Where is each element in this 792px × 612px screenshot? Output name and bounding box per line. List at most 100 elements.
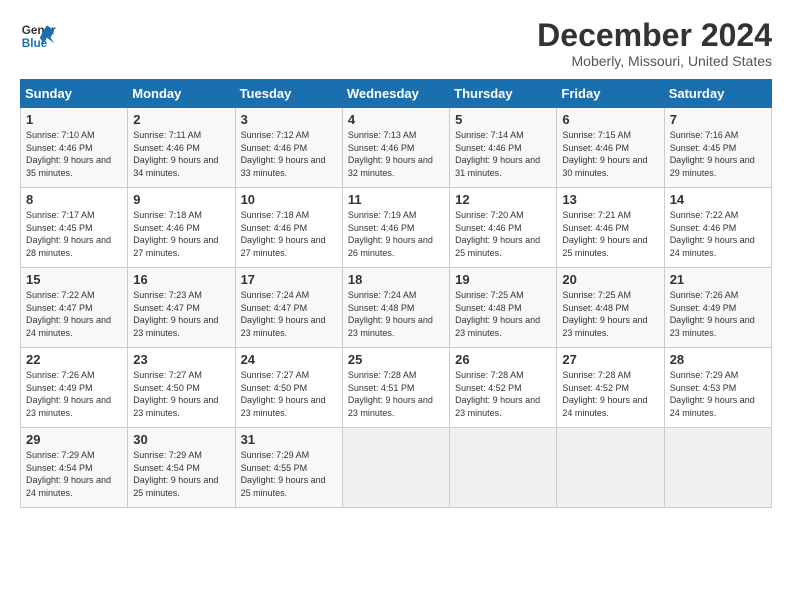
day-info: Sunrise: 7:26 AMSunset: 4:49 PMDaylight:… [26, 369, 122, 419]
day-number: 10 [241, 192, 337, 207]
table-row: 8Sunrise: 7:17 AMSunset: 4:45 PMDaylight… [21, 188, 128, 268]
day-info: Sunrise: 7:17 AMSunset: 4:45 PMDaylight:… [26, 209, 122, 259]
table-row: 1 Sunrise: 7:10 AMSunset: 4:46 PMDaylight… [21, 108, 128, 188]
day-number: 20 [562, 272, 658, 287]
day-info: Sunrise: 7:24 AMSunset: 4:48 PMDaylight:… [348, 289, 444, 339]
day-number: 22 [26, 352, 122, 367]
day-number: 13 [562, 192, 658, 207]
day-info: Sunrise: 7:25 AMSunset: 4:48 PMDaylight:… [562, 289, 658, 339]
table-row [450, 428, 557, 508]
table-row: 28 Sunrise: 7:29 AMSunset: 4:53 PMDayligh… [664, 348, 771, 428]
day-info: Sunrise: 7:24 AMSunset: 4:47 PMDaylight:… [241, 289, 337, 339]
table-row: 22 Sunrise: 7:26 AMSunset: 4:49 PMDayligh… [21, 348, 128, 428]
table-row: 2 Sunrise: 7:11 AMSunset: 4:46 PMDaylight… [128, 108, 235, 188]
day-info: Sunrise: 7:10 AMSunset: 4:46 PMDaylight:… [26, 129, 122, 179]
day-info: Sunrise: 7:25 AMSunset: 4:48 PMDaylight:… [455, 289, 551, 339]
header: General Blue December 2024 Moberly, Miss… [20, 18, 772, 69]
table-row: 25 Sunrise: 7:28 AMSunset: 4:51 PMDayligh… [342, 348, 449, 428]
day-number: 7 [670, 112, 766, 127]
page-container: General Blue December 2024 Moberly, Miss… [0, 0, 792, 520]
table-row: 17 Sunrise: 7:24 AMSunset: 4:47 PMDayligh… [235, 268, 342, 348]
day-info: Sunrise: 7:27 AMSunset: 4:50 PMDaylight:… [241, 369, 337, 419]
day-number: 12 [455, 192, 551, 207]
table-row: 30Sunrise: 7:29 AMSunset: 4:54 PMDayligh… [128, 428, 235, 508]
day-info: Sunrise: 7:18 AMSunset: 4:46 PMDaylight:… [133, 209, 229, 259]
day-info: Sunrise: 7:13 AMSunset: 4:46 PMDaylight:… [348, 129, 444, 179]
table-row: 20 Sunrise: 7:25 AMSunset: 4:48 PMDayligh… [557, 268, 664, 348]
month-title: December 2024 [537, 18, 772, 53]
day-number: 19 [455, 272, 551, 287]
day-info: Sunrise: 7:29 AMSunset: 4:55 PMDaylight:… [241, 449, 337, 499]
table-row: 26 Sunrise: 7:28 AMSunset: 4:52 PMDayligh… [450, 348, 557, 428]
day-info: Sunrise: 7:16 AMSunset: 4:45 PMDaylight:… [670, 129, 766, 179]
table-row: 21 Sunrise: 7:26 AMSunset: 4:49 PMDayligh… [664, 268, 771, 348]
table-row: 27 Sunrise: 7:28 AMSunset: 4:52 PMDayligh… [557, 348, 664, 428]
table-row: 13 Sunrise: 7:21 AMSunset: 4:46 PMDayligh… [557, 188, 664, 268]
day-info: Sunrise: 7:28 AMSunset: 4:52 PMDaylight:… [562, 369, 658, 419]
day-number: 28 [670, 352, 766, 367]
day-info: Sunrise: 7:11 AMSunset: 4:46 PMDaylight:… [133, 129, 229, 179]
day-info: Sunrise: 7:29 AMSunset: 4:53 PMDaylight:… [670, 369, 766, 419]
day-info: Sunrise: 7:29 AMSunset: 4:54 PMDaylight:… [26, 449, 122, 499]
day-number: 6 [562, 112, 658, 127]
table-row: 24 Sunrise: 7:27 AMSunset: 4:50 PMDayligh… [235, 348, 342, 428]
day-number: 30 [133, 432, 229, 447]
day-number: 26 [455, 352, 551, 367]
col-wednesday: Wednesday [342, 80, 449, 108]
day-info: Sunrise: 7:22 AMSunset: 4:46 PMDaylight:… [670, 209, 766, 259]
col-sunday: Sunday [21, 80, 128, 108]
col-thursday: Thursday [450, 80, 557, 108]
table-row: 3Sunrise: 7:12 AMSunset: 4:46 PMDaylight… [235, 108, 342, 188]
day-number: 24 [241, 352, 337, 367]
day-number: 17 [241, 272, 337, 287]
day-info: Sunrise: 7:14 AMSunset: 4:46 PMDaylight:… [455, 129, 551, 179]
table-row [557, 428, 664, 508]
table-row: 16 Sunrise: 7:23 AMSunset: 4:47 PMDayligh… [128, 268, 235, 348]
day-info: Sunrise: 7:20 AMSunset: 4:46 PMDaylight:… [455, 209, 551, 259]
day-info: Sunrise: 7:18 AMSunset: 4:46 PMDaylight:… [241, 209, 337, 259]
day-info: Sunrise: 7:26 AMSunset: 4:49 PMDaylight:… [670, 289, 766, 339]
col-saturday: Saturday [664, 80, 771, 108]
day-info: Sunrise: 7:28 AMSunset: 4:51 PMDaylight:… [348, 369, 444, 419]
table-row: 4Sunrise: 7:13 AMSunset: 4:46 PMDaylight… [342, 108, 449, 188]
table-row: 14Sunrise: 7:22 AMSunset: 4:46 PMDayligh… [664, 188, 771, 268]
day-info: Sunrise: 7:28 AMSunset: 4:52 PMDaylight:… [455, 369, 551, 419]
calendar: Sunday Monday Tuesday Wednesday Thursday… [20, 79, 772, 508]
day-number: 11 [348, 192, 444, 207]
day-info: Sunrise: 7:23 AMSunset: 4:47 PMDaylight:… [133, 289, 229, 339]
day-number: 1 [26, 112, 122, 127]
day-info: Sunrise: 7:19 AMSunset: 4:46 PMDaylight:… [348, 209, 444, 259]
col-tuesday: Tuesday [235, 80, 342, 108]
day-number: 18 [348, 272, 444, 287]
table-row: 12 Sunrise: 7:20 AMSunset: 4:46 PMDayligh… [450, 188, 557, 268]
day-number: 3 [241, 112, 337, 127]
day-number: 31 [241, 432, 337, 447]
day-number: 29 [26, 432, 122, 447]
table-row: 6 Sunrise: 7:15 AMSunset: 4:46 PMDaylight… [557, 108, 664, 188]
day-number: 21 [670, 272, 766, 287]
day-info: Sunrise: 7:15 AMSunset: 4:46 PMDaylight:… [562, 129, 658, 179]
day-number: 5 [455, 112, 551, 127]
day-number: 9 [133, 192, 229, 207]
table-row: 9 Sunrise: 7:18 AMSunset: 4:46 PMDaylight… [128, 188, 235, 268]
table-row: 31 Sunrise: 7:29 AMSunset: 4:55 PMDayligh… [235, 428, 342, 508]
day-number: 2 [133, 112, 229, 127]
day-number: 25 [348, 352, 444, 367]
table-row: 5 Sunrise: 7:14 AMSunset: 4:46 PMDaylight… [450, 108, 557, 188]
table-row: 18 Sunrise: 7:24 AMSunset: 4:48 PMDayligh… [342, 268, 449, 348]
day-info: Sunrise: 7:21 AMSunset: 4:46 PMDaylight:… [562, 209, 658, 259]
table-row [342, 428, 449, 508]
col-friday: Friday [557, 80, 664, 108]
calendar-header-row: Sunday Monday Tuesday Wednesday Thursday… [21, 80, 772, 108]
day-number: 27 [562, 352, 658, 367]
table-row: 23Sunrise: 7:27 AMSunset: 4:50 PMDayligh… [128, 348, 235, 428]
title-block: December 2024 Moberly, Missouri, United … [537, 18, 772, 69]
col-monday: Monday [128, 80, 235, 108]
table-row: 15Sunrise: 7:22 AMSunset: 4:47 PMDayligh… [21, 268, 128, 348]
day-number: 15 [26, 272, 122, 287]
logo-icon: General Blue [20, 18, 56, 54]
table-row [664, 428, 771, 508]
day-number: 16 [133, 272, 229, 287]
table-row: 7 Sunrise: 7:16 AMSunset: 4:45 PMDaylight… [664, 108, 771, 188]
logo: General Blue [20, 18, 56, 54]
